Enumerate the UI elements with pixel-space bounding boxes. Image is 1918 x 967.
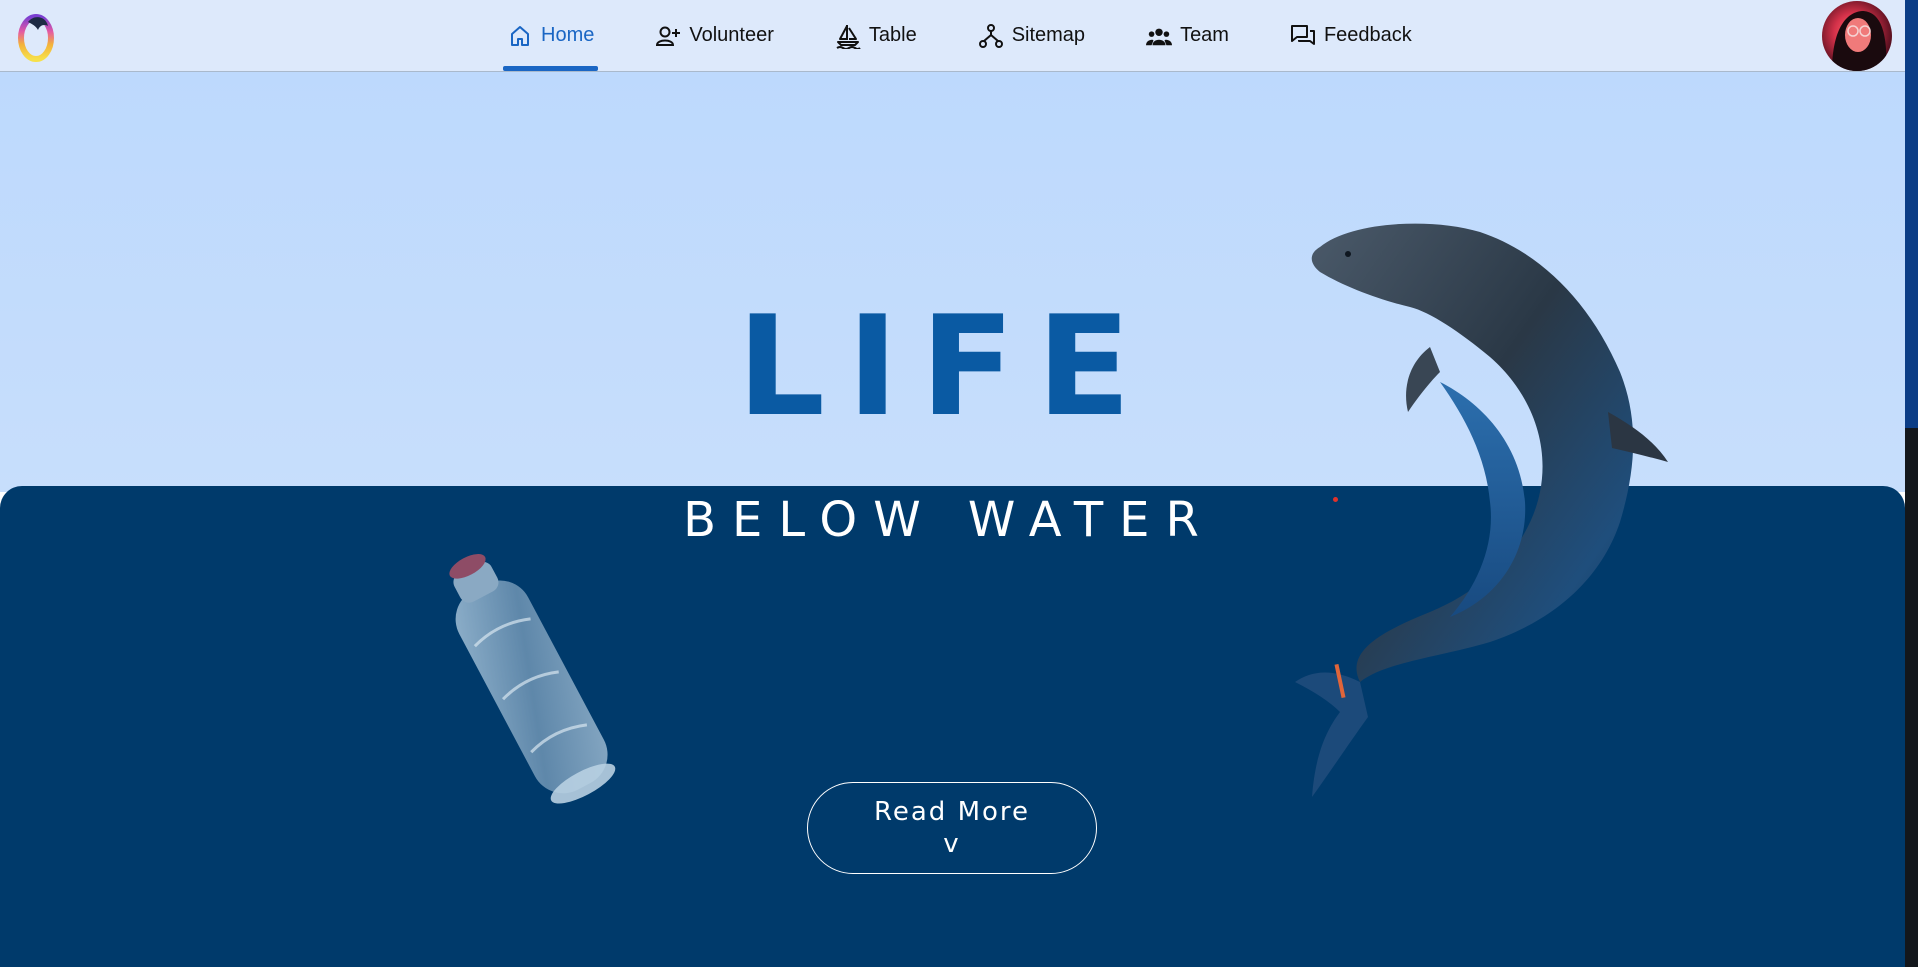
nav-label: Team: [1180, 24, 1229, 46]
dolphin-image: [1295, 223, 1668, 797]
nav-item-feedback[interactable]: Feedback: [1287, 0, 1415, 71]
people-icon: [1146, 23, 1173, 49]
nav-label: Sitemap: [1011, 24, 1086, 46]
nav-label: Home: [541, 24, 595, 46]
chat-icon: [1290, 23, 1316, 49]
nav-label: Volunteer: [689, 24, 774, 46]
scrollbar-thumb[interactable]: [1905, 428, 1918, 967]
top-navbar: Home Volunteer Table Sitemap Team Feedba…: [0, 0, 1905, 72]
person-add-icon: [655, 23, 681, 49]
site-logo[interactable]: [14, 8, 60, 64]
main-nav: Home Volunteer Table Sitemap Team Feedba…: [502, 0, 1470, 71]
red-marker-dot: [1333, 497, 1338, 502]
user-avatar[interactable]: [1822, 1, 1892, 71]
nav-label: Table: [868, 24, 917, 46]
nav-item-table[interactable]: Table: [832, 0, 920, 71]
home-icon: [507, 23, 533, 49]
sitemap-icon: [978, 23, 1004, 49]
nav-label: Feedback: [1323, 24, 1412, 46]
plastic-bottle-image: [449, 554, 616, 804]
nav-item-volunteer[interactable]: Volunteer: [652, 0, 777, 71]
chevron-down-icon: v: [943, 829, 961, 859]
read-more-button[interactable]: Read More v: [807, 782, 1097, 874]
avatar-portrait-icon: [1832, 11, 1887, 71]
scrollbar[interactable]: [1905, 0, 1918, 967]
sailboat-icon: [835, 23, 861, 49]
nav-item-home[interactable]: Home: [502, 0, 599, 71]
nav-item-team[interactable]: Team: [1143, 0, 1232, 71]
nav-item-sitemap[interactable]: Sitemap: [975, 0, 1088, 71]
dolphin-ring-logo-icon: [18, 14, 54, 62]
read-more-label: Read More: [873, 796, 1031, 827]
page: Home Volunteer Table Sitemap Team Feedba…: [0, 0, 1918, 967]
